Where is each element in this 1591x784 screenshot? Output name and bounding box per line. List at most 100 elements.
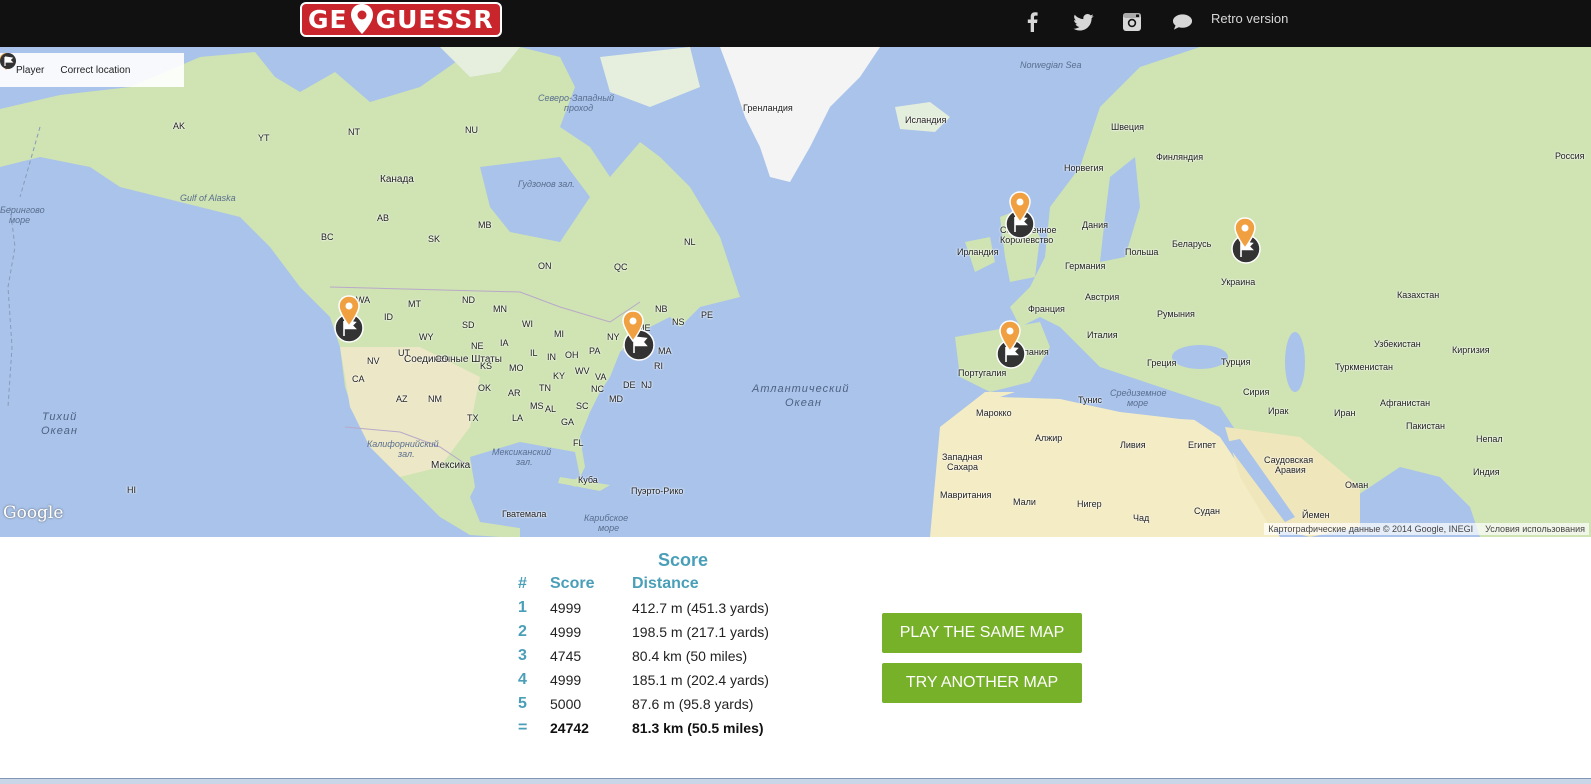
round-score: 4999: [550, 672, 582, 688]
map-label: Румыния: [1157, 309, 1195, 319]
map-label: Западная: [942, 452, 983, 462]
map-label: Чад: [1133, 513, 1150, 523]
map-label: зал.: [398, 449, 415, 459]
map-label: Норвегия: [1064, 163, 1104, 173]
retro-version-link[interactable]: Retro version: [1211, 11, 1288, 26]
map-label: PE: [701, 310, 714, 320]
map-label: KS: [480, 361, 493, 371]
map-label: MD: [609, 394, 623, 404]
attribution-text: Картографические данные © 2014 Google, I…: [1268, 524, 1474, 534]
map-label: Гудзонов зал.: [518, 179, 575, 189]
map-label: NT: [348, 127, 360, 137]
round-distance: 412.7 m (451.3 yards): [632, 600, 769, 616]
header-score: Score: [550, 575, 595, 592]
round-number: 3: [518, 647, 527, 664]
map-label: Атлантический: [752, 383, 850, 395]
chat-bubble-icon[interactable]: [1170, 8, 1194, 36]
map-label: CA: [352, 374, 365, 384]
map-label: Сирия: [1243, 387, 1270, 397]
black-sea: [1172, 345, 1228, 369]
map-label: Гватемала: [502, 509, 547, 519]
map-label: Мали: [1013, 497, 1036, 507]
map-label: AB: [377, 213, 390, 223]
map-label: Польша: [1125, 247, 1159, 257]
map-label: Карибское: [584, 513, 629, 523]
map-label: Непал: [1476, 434, 1503, 444]
result-map[interactable]: Player Correct location Norwegian Sea Гр…: [0, 47, 1591, 537]
player-guess-marker[interactable]: [337, 295, 361, 327]
total-symbol: =: [518, 719, 528, 736]
map-label: Австрия: [1085, 292, 1120, 302]
round-score: 4999: [550, 624, 582, 640]
player-guess-marker[interactable]: [1233, 217, 1257, 249]
map-label: TX: [467, 413, 479, 423]
map-label: Канада: [380, 174, 414, 185]
baffin-island: [600, 47, 700, 107]
legend-correct-label: Correct location: [60, 64, 131, 76]
map-label: Ливия: [1120, 440, 1146, 450]
map-label: Гренландия: [743, 103, 793, 113]
map-label: WI: [522, 319, 533, 329]
player-guess-marker[interactable]: [998, 320, 1022, 352]
player-guess-marker[interactable]: [621, 310, 645, 342]
map-label: MN: [493, 304, 507, 314]
player-guess-marker[interactable]: [1008, 191, 1032, 223]
map-label: зал.: [516, 457, 533, 467]
map-label: Киргизия: [1452, 345, 1490, 355]
round-number: 2: [518, 623, 527, 640]
map-label: QC: [614, 262, 628, 272]
round-number: 4: [518, 671, 527, 688]
round-distance: 87.6 m (95.8 yards): [632, 696, 754, 712]
map-label: Северо-Западный: [538, 93, 614, 103]
map-label: Египет: [1188, 440, 1217, 450]
map-label: Norwegian Sea: [1020, 60, 1082, 70]
map-label: RI: [654, 361, 663, 371]
map-label: MS: [530, 401, 544, 411]
play-same-map-button[interactable]: PLAY THE SAME MAP: [882, 613, 1082, 653]
score-table-header: # Score Distance: [518, 572, 832, 596]
map-label: Сахара: [947, 462, 979, 472]
map-label: ON: [538, 261, 552, 271]
map-label: Океан: [785, 397, 822, 409]
map-attribution: Картографические данные © 2014 Google, I…: [1264, 523, 1589, 535]
map-label: OK: [478, 383, 492, 393]
terms-link[interactable]: Условия использования: [1485, 524, 1585, 534]
map-label: Греция: [1147, 358, 1177, 368]
map-label: UT: [398, 348, 410, 358]
map-label: KY: [553, 371, 566, 381]
greenland-ice: [720, 47, 880, 182]
map-label: Судан: [1194, 506, 1220, 516]
top-bar: GE GUESSR Retro version: [0, 0, 1591, 47]
logo-text-left: GE: [308, 4, 348, 34]
map-label: AZ: [396, 394, 408, 404]
map-label: HI: [127, 485, 136, 495]
legend-correct: Correct location: [0, 53, 131, 76]
map-label: MI: [554, 329, 564, 339]
map-label: Иран: [1334, 408, 1356, 418]
map-label: PA: [589, 346, 601, 356]
map-label: Марокко: [976, 408, 1012, 418]
round-score: 5000: [550, 696, 582, 712]
google-logo[interactable]: Google: [3, 503, 63, 523]
map-label: WY: [419, 332, 434, 342]
date-line: [7, 206, 16, 408]
map-label: Германия: [1065, 261, 1106, 271]
map-label: TN: [539, 383, 551, 393]
map-label: MT: [408, 299, 421, 309]
geoguessr-logo[interactable]: GE GUESSR: [300, 1, 502, 37]
twitter-icon[interactable]: [1071, 8, 1095, 36]
map-label: море: [598, 523, 620, 533]
map-label: OH: [565, 350, 579, 360]
try-another-map-button[interactable]: TRY ANOTHER MAP: [882, 663, 1082, 703]
map-label: NU: [465, 125, 478, 135]
map-label: Мексика: [431, 460, 471, 471]
instagram-icon[interactable]: [1120, 8, 1144, 36]
map-label: Беларусь: [1172, 239, 1212, 249]
os-taskbar[interactable]: [0, 778, 1591, 784]
map-label: AK: [173, 121, 186, 131]
round-score: 4745: [550, 648, 582, 664]
map-label: NL: [684, 237, 696, 247]
facebook-icon[interactable]: [1022, 8, 1042, 36]
map-land-layer: [0, 47, 1591, 537]
map-label: Узбекистан: [1374, 339, 1421, 349]
